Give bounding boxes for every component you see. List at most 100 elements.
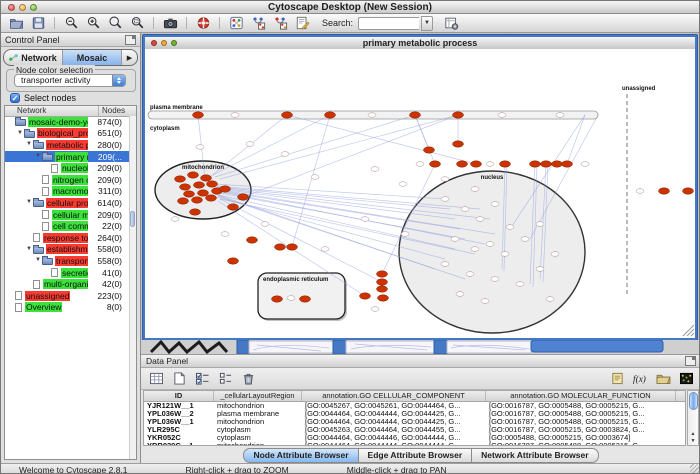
network-node-highlighted[interactable]	[471, 161, 482, 167]
tree-row[interactable]: mosaic-demo-yeast874(0)	[5, 116, 130, 128]
open-session-button[interactable]	[6, 15, 26, 31]
tab-edge-attribute-browser[interactable]: Edge Attribute Browser	[359, 448, 473, 463]
network-node-unselected[interactable]	[471, 247, 479, 252]
table-row[interactable]: YPL036W__2plasma membrane[GO:0044464, GO…	[144, 410, 685, 418]
tree-expander-icon[interactable]: ▼	[34, 151, 42, 162]
network-node-highlighted[interactable]	[207, 181, 218, 187]
frame-zoom-button[interactable]	[171, 40, 177, 46]
tree-row[interactable]: ▼metabolic process280(0)	[5, 139, 130, 151]
tree-row[interactable]: macromolecule311(0)	[5, 186, 130, 198]
tab-mosaic[interactable]: Mosaic	[63, 50, 122, 65]
network-edge[interactable]	[243, 115, 458, 197]
tree-expander-icon[interactable]: ▼	[16, 128, 24, 139]
network-node-highlighted[interactable]	[683, 188, 694, 194]
network-edge[interactable]	[567, 115, 585, 164]
network-node-highlighted[interactable]	[275, 244, 286, 250]
annotation-button[interactable]	[292, 15, 312, 31]
notes-button[interactable]	[607, 371, 627, 387]
network-node-unselected[interactable]	[486, 162, 494, 167]
minimize-window-button[interactable]	[19, 4, 26, 11]
tree-row[interactable]: response to stimulu264(0)	[5, 232, 130, 244]
network-node-unselected[interactable]	[371, 167, 379, 172]
network-edge[interactable]	[415, 115, 429, 150]
zoom-out-button[interactable]	[61, 15, 81, 31]
network-node-highlighted[interactable]	[659, 188, 670, 194]
new-attribute-button[interactable]	[169, 371, 189, 387]
network-node-unselected[interactable]	[441, 262, 449, 267]
tree-row[interactable]: Overview8(0)	[5, 302, 130, 314]
network-node-highlighted[interactable]	[192, 197, 203, 203]
network-edge[interactable]	[287, 115, 476, 164]
network-edge[interactable]	[220, 199, 382, 282]
network-node-unselected[interactable]	[441, 197, 449, 202]
network-node-highlighted[interactable]	[178, 198, 189, 204]
network-node-highlighted[interactable]	[184, 191, 195, 197]
table-row[interactable]: YJR121W__1mitochondrion[GO:0045267, GO:0…	[144, 402, 685, 410]
network-node-unselected[interactable]	[261, 222, 269, 227]
network-node-unselected[interactable]	[516, 282, 524, 287]
network-node-unselected[interactable]	[521, 237, 529, 242]
network-node-highlighted[interactable]	[377, 279, 388, 285]
network-node-highlighted[interactable]	[541, 161, 552, 167]
network-edge[interactable]	[220, 115, 458, 179]
network-node-unselected[interactable]	[551, 252, 559, 257]
function-builder-button[interactable]: f(x)	[630, 371, 650, 387]
network-node-unselected[interactable]	[321, 247, 329, 252]
close-window-button[interactable]	[8, 4, 15, 11]
network-node-unselected[interactable]	[501, 252, 509, 257]
network-node-unselected[interactable]	[416, 162, 424, 167]
network-node-highlighted[interactable]	[562, 161, 573, 167]
network-node-highlighted[interactable]	[378, 295, 389, 301]
network-node-unselected[interactable]	[311, 175, 319, 180]
network-node-unselected[interactable]	[461, 207, 469, 212]
resize-grip[interactable]	[690, 464, 700, 474]
network-canvas-svg[interactable]: plasma membranecytoplasmmitochondrionnuc…	[145, 49, 695, 338]
table-row[interactable]: YKR052Ccytoplasm[GO:0044464, GO:0044446,…	[144, 434, 685, 442]
network-node-unselected[interactable]	[581, 162, 589, 167]
network-node-highlighted[interactable]	[206, 195, 217, 201]
zoom-selected-button[interactable]	[127, 15, 147, 31]
tree-row[interactable]: multi-organism pro42(0)	[5, 278, 130, 290]
network-node-highlighted[interactable]	[410, 112, 421, 118]
tree-column-network[interactable]: Network	[5, 106, 99, 116]
table-row[interactable]: YPL036W__1mitochondrion[GO:0044464, GO:0…	[144, 418, 685, 426]
tree-row[interactable]: ▼cellular process614(0)	[5, 197, 130, 209]
network-node-highlighted[interactable]	[453, 141, 464, 147]
network-node-highlighted[interactable]	[180, 184, 191, 190]
network-node-unselected[interactable]	[196, 145, 204, 150]
table-column-header[interactable]: annotation.GO MOLECULAR_FUNCTION	[486, 391, 676, 401]
select-nodes-checkbox[interactable]: ✓	[10, 93, 20, 103]
network-node-highlighted[interactable]	[377, 271, 388, 277]
tab-network-attribute-browser[interactable]: Network Attribute Browser	[472, 448, 598, 463]
network-node-unselected[interactable]	[361, 217, 369, 222]
tree-row[interactable]: cellular metabo209(0)	[5, 209, 130, 221]
network-node-unselected[interactable]	[281, 152, 289, 157]
tree-row[interactable]: ▼establishment of lo558(0)	[5, 244, 130, 256]
tab-node-attribute-browser[interactable]: Node Attribute Browser	[243, 448, 358, 463]
network-canvas[interactable]: plasma membranecytoplasmmitochondrionnuc…	[145, 49, 695, 338]
tree-row[interactable]: ▼biological_process651(0)	[5, 128, 130, 140]
canvas-resize-grip[interactable]	[683, 325, 694, 336]
network-node-highlighted[interactable]	[530, 161, 541, 167]
help-button[interactable]	[193, 15, 213, 31]
network-node-highlighted[interactable]	[193, 112, 204, 118]
tree-row[interactable]: nitrogen compo209(0)	[5, 174, 130, 186]
network-node-unselected[interactable]	[536, 222, 544, 227]
network-node-highlighted[interactable]	[424, 147, 435, 153]
network-node-unselected[interactable]	[371, 307, 379, 312]
float-data-panel-icon[interactable]	[685, 356, 696, 366]
attribute-settings-button[interactable]	[441, 15, 461, 31]
network-node-highlighted[interactable]	[552, 161, 563, 167]
table-row[interactable]: YDR039C__1mitochondrion[GO:0044464, GO:0…	[144, 442, 685, 446]
import-attributes-button[interactable]	[653, 371, 673, 387]
zoom-in-button[interactable]	[83, 15, 103, 31]
tree-expander-icon[interactable]: ▼	[25, 139, 33, 150]
network-node-highlighted[interactable]	[457, 161, 468, 167]
network-node-unselected[interactable]	[456, 292, 464, 297]
frame-close-button[interactable]	[151, 40, 157, 46]
tab-network[interactable]: Network	[4, 50, 63, 65]
tree-scrollbar-thumb[interactable]	[130, 211, 135, 227]
network-node-unselected[interactable]	[401, 232, 409, 237]
table-scrollbar-arrows[interactable]: ▲▼	[688, 431, 698, 445]
more-tabs-button[interactable]: ▶	[122, 50, 137, 65]
